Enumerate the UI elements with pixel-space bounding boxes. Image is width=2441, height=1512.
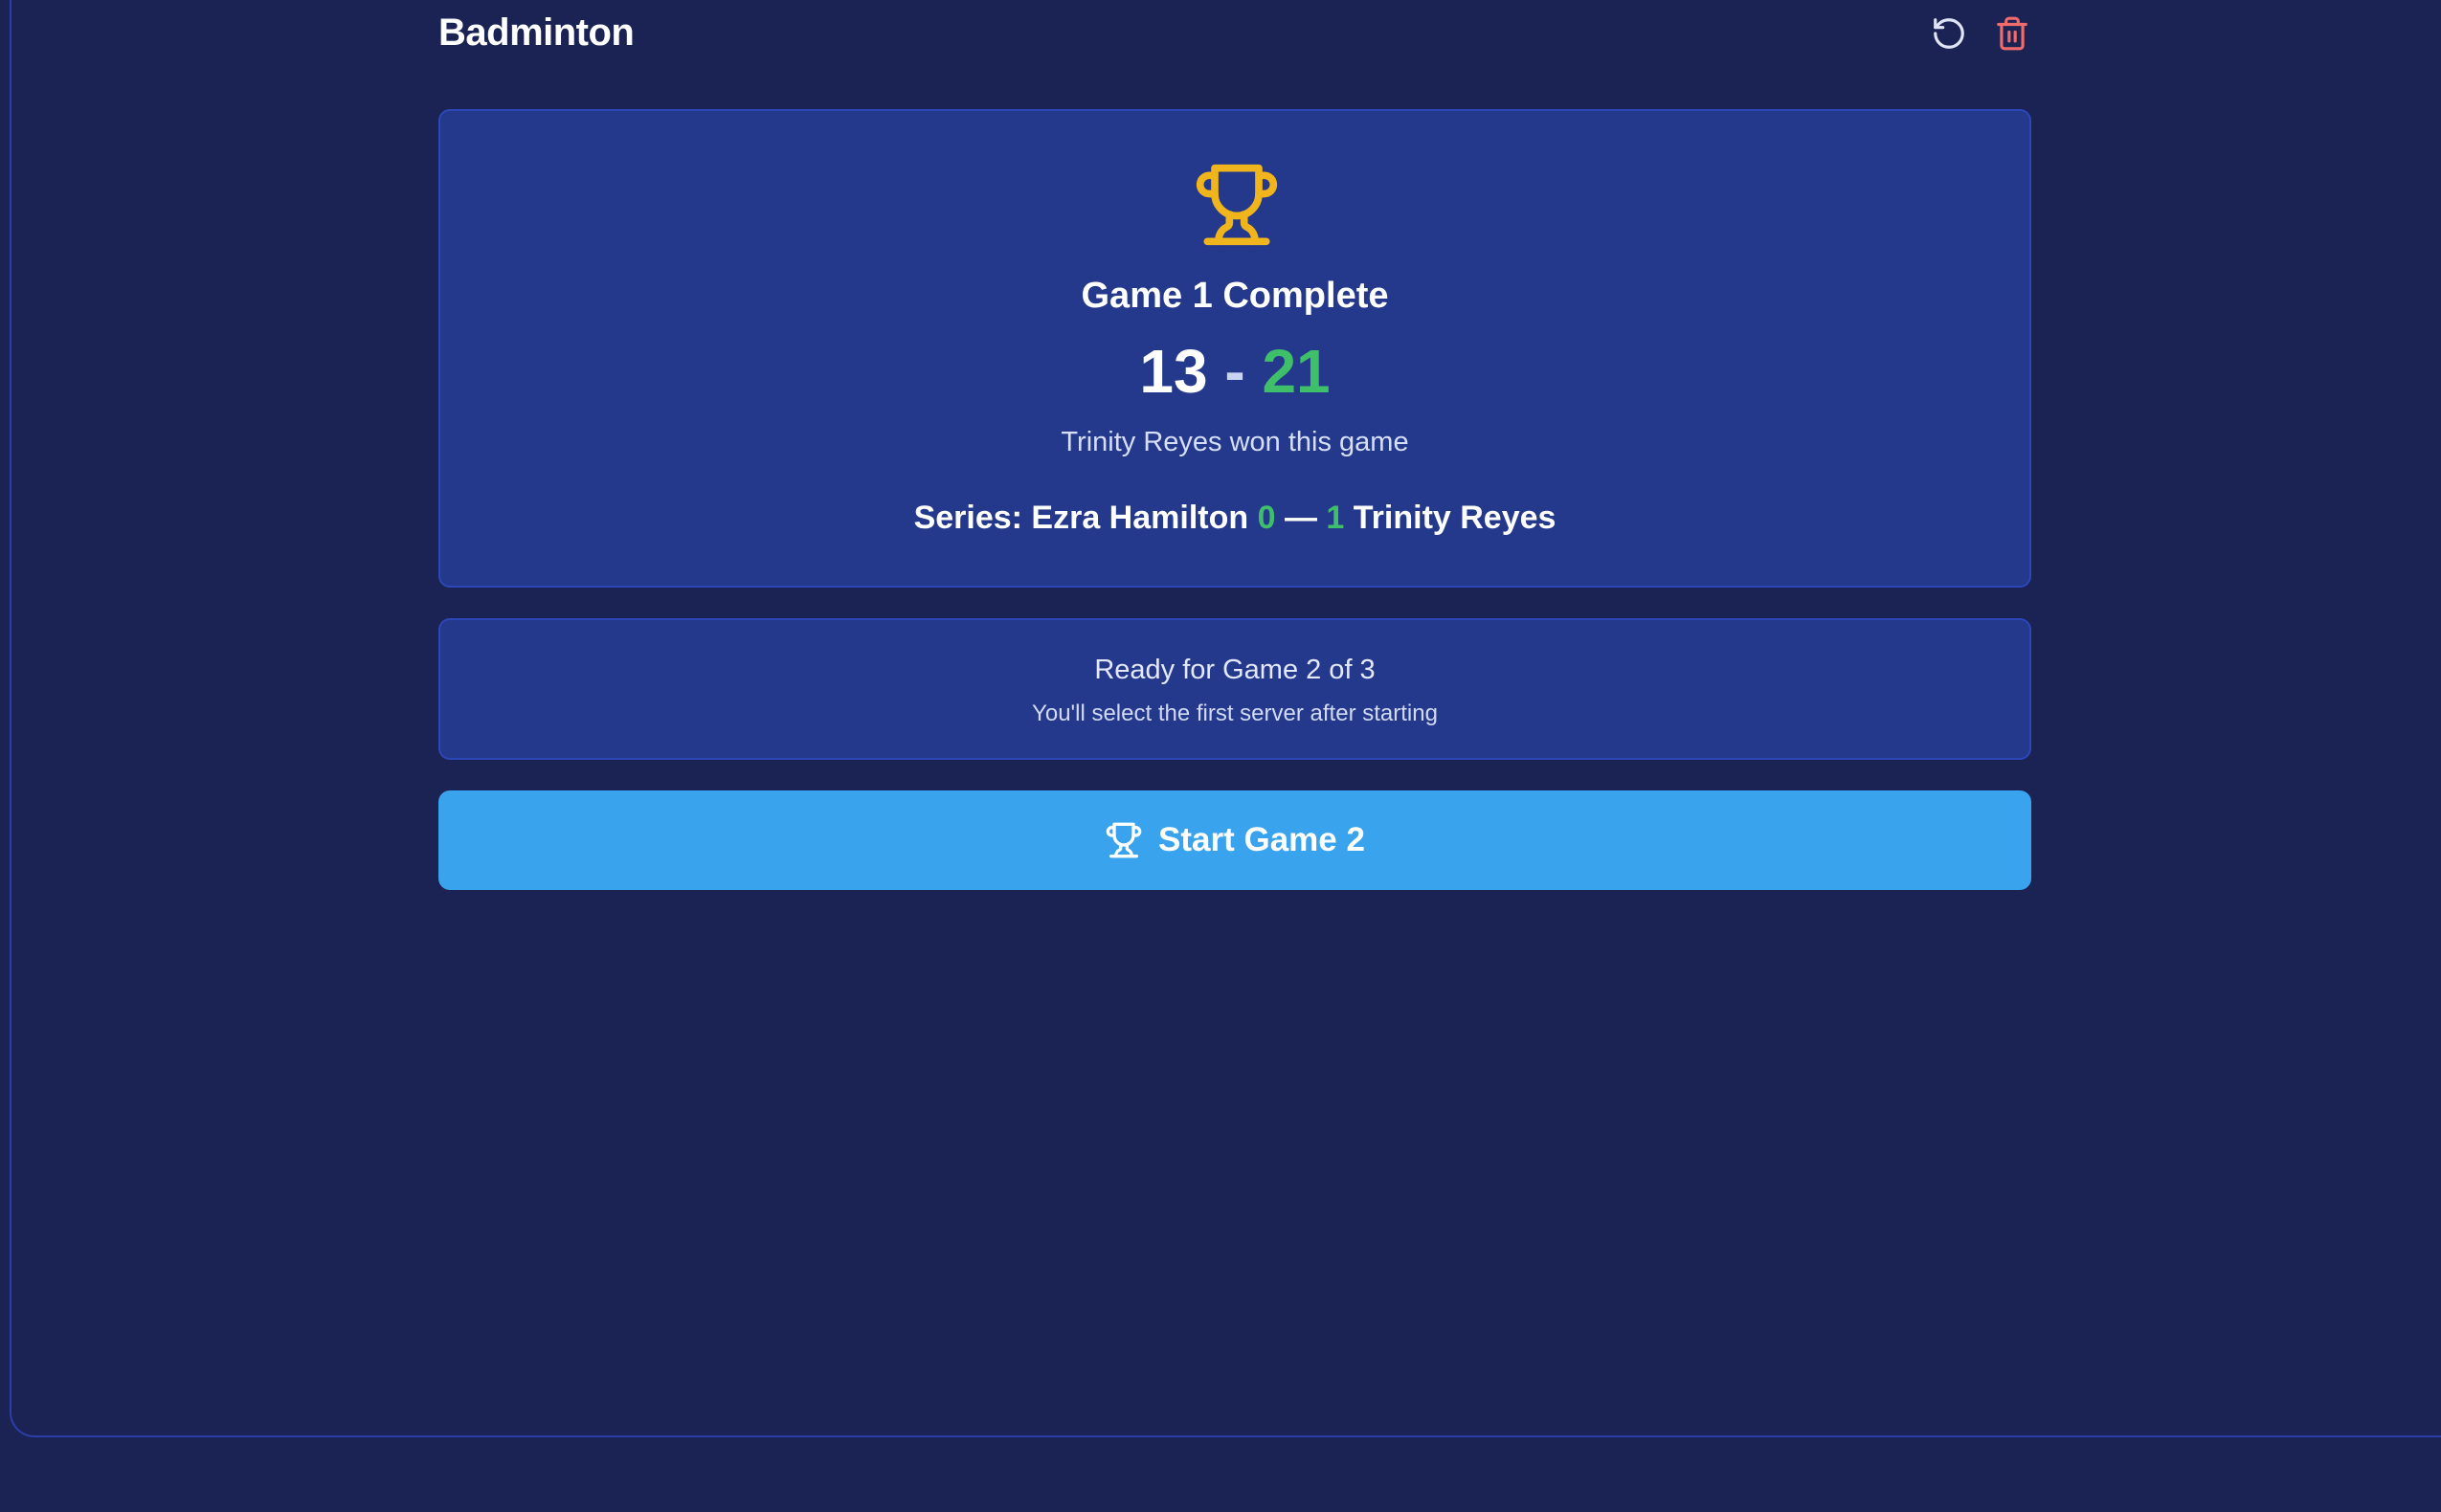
start-game-button[interactable]: Start Game 2 [438,790,2031,890]
series-right-wins: 1 [1326,500,1345,536]
reset-button[interactable] [1930,13,1968,54]
winner-text: Trinity Reyes won this game [1061,427,1409,457]
next-game-info-card: Ready for Game 2 of 3 You'll select the … [438,618,2031,760]
start-game-label: Start Game 2 [1158,821,1365,858]
next-game-title: Ready for Game 2 of 3 [1094,655,1376,685]
page-title: Badminton [438,11,635,54]
score-right: 21 [1262,337,1331,406]
series-suffix: Trinity Reyes [1353,500,1556,536]
next-game-subtitle: You'll select the first server after sta… [1032,700,1438,726]
series-score: Series: Ezra Hamilton 0 — 1 Trinity Reye… [440,500,2029,537]
series-dash: — [1284,500,1317,536]
rotate-ccw-icon [1934,18,1964,49]
trash-icon [1997,16,2027,51]
header: Badminton [438,0,2031,77]
delete-button[interactable] [1993,13,2031,54]
score-left: 13 [1139,337,1208,406]
main-content: Badminton Game 1 Complete 13 - 21 Trinit… [438,0,2031,890]
series-prefix: Series: Ezra Hamilton [913,500,1249,536]
game-result-card: Game 1 Complete 13 - 21 Trinity Reyes wo… [438,109,2031,588]
game-complete-title: Game 1 Complete [1081,276,1389,316]
final-score: 13 - 21 [440,341,2029,402]
trophy-icon [1196,164,1278,246]
trophy-icon [1106,822,1142,858]
series-left-wins: 0 [1257,500,1276,536]
score-separator: - [1224,337,1245,406]
header-actions [1930,13,2031,54]
